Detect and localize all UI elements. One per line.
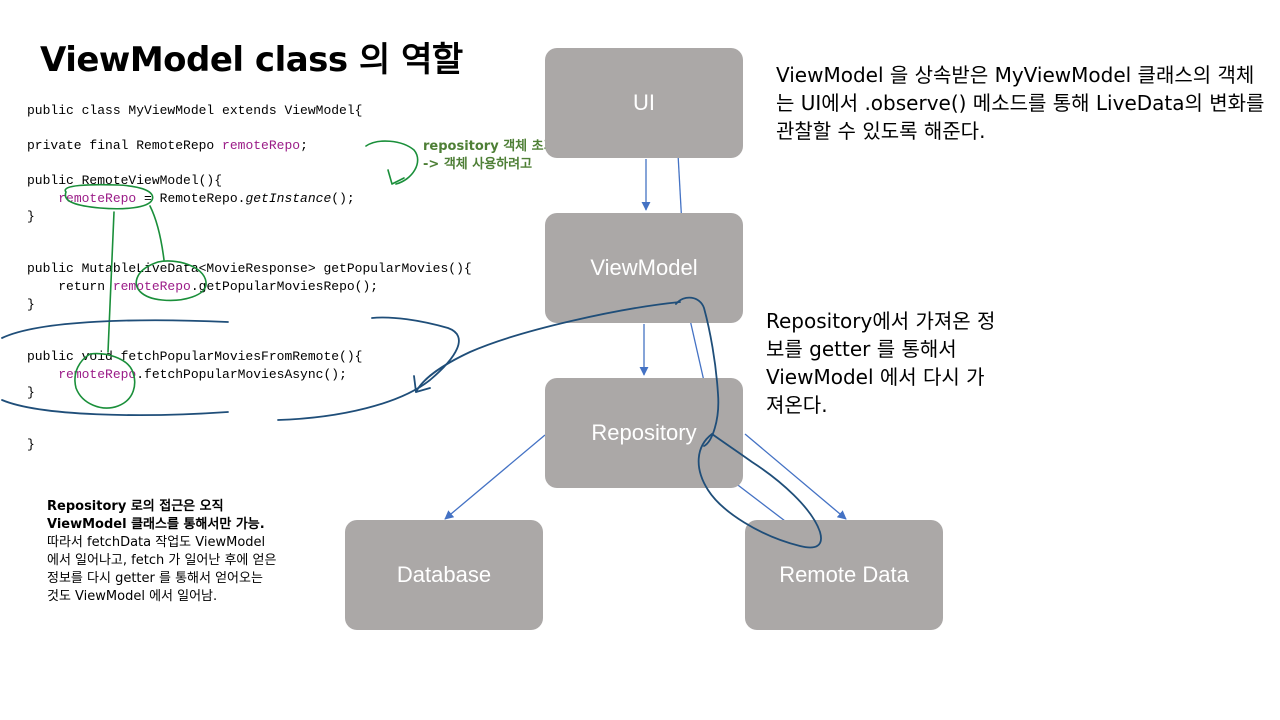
code-line-brace: } [27,384,35,400]
repository-box: Repository [545,378,743,488]
code-line-brace: } [27,208,35,224]
code-line-brace: } [27,296,35,312]
code-line-class-end: } [27,437,35,453]
code-line-field-decl: private final RemoteRepo remoteRepo; [27,138,308,154]
description-right: Repository에서 가져온 정보를 getter 를 통해서 ViewMo… [766,309,996,417]
code-line-fetch-call: remoteRepo.fetchPopularMoviesAsync(); [58,366,347,382]
annotation-line: -> 객체 사용하려고 [423,157,533,172]
code-line-getter: public MutableLiveData<MovieResponse> ge… [27,261,472,277]
description-bottom: Repository 로의 접근은 오직 ViewModel 클래스를 통해서만… [47,498,277,606]
slide: ViewModel class 의 역할 public class MyView… [0,0,1280,720]
code-line-fetch: public void fetchPopularMoviesFromRemote… [27,349,363,365]
description-top: ViewModel 을 상속받은 MyViewModel 클래스의 객체는 UI… [776,63,1265,143]
viewmodel-box: ViewModel [545,213,743,323]
database-box: Database [345,520,543,630]
description-bottom-bold: Repository 로의 접근은 오직 ViewModel 클래스를 통해서만… [47,499,265,532]
code-line-constructor: public RemoteViewModel(){ [27,173,223,189]
code-block: public class MyViewModel extends ViewMod… [27,102,472,454]
code-line-return: return remoteRepo.getPopularMoviesRepo()… [58,278,379,294]
ui-box: UI [545,48,743,158]
code-line-class: public class MyViewModel extends ViewMod… [27,103,363,118]
code-line-assign: remoteRepo = RemoteRepo.getInstance(); [58,190,355,206]
slide-title: ViewModel class 의 역할 [40,40,463,80]
remote-data-box: Remote Data [745,520,943,630]
description-bottom-normal: 따라서 fetchData 작업도 ViewModel 에서 일어나고, fet… [47,535,277,604]
arrow-repository-to-remote [744,433,847,520]
